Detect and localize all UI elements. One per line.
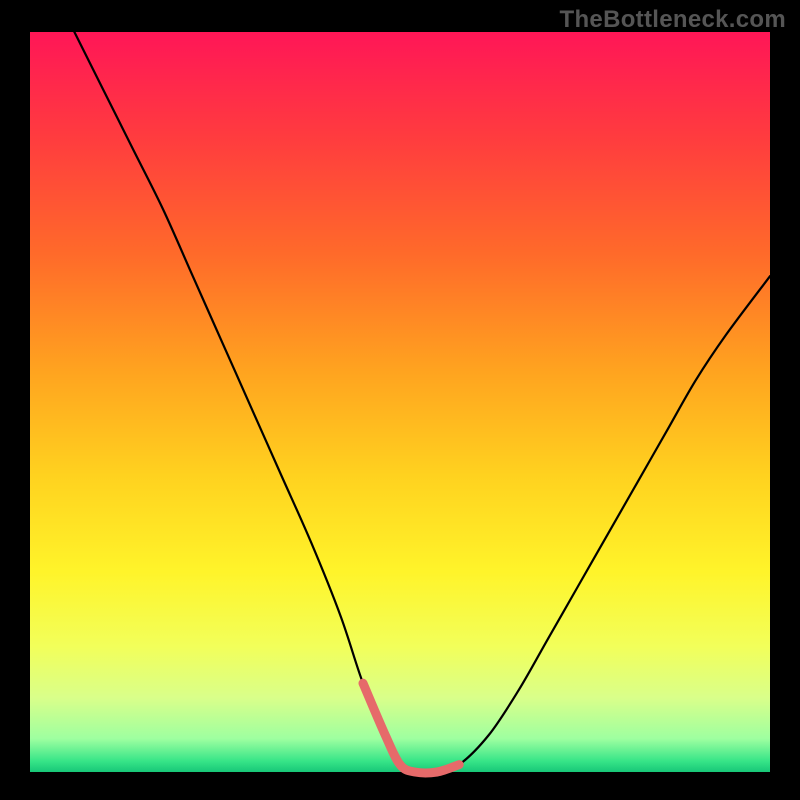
attribution-label: TheBottleneck.com — [560, 6, 786, 34]
chart-frame: TheBottleneck.com — [0, 0, 800, 800]
plot-area — [30, 32, 770, 772]
bottleneck-chart — [0, 0, 800, 800]
